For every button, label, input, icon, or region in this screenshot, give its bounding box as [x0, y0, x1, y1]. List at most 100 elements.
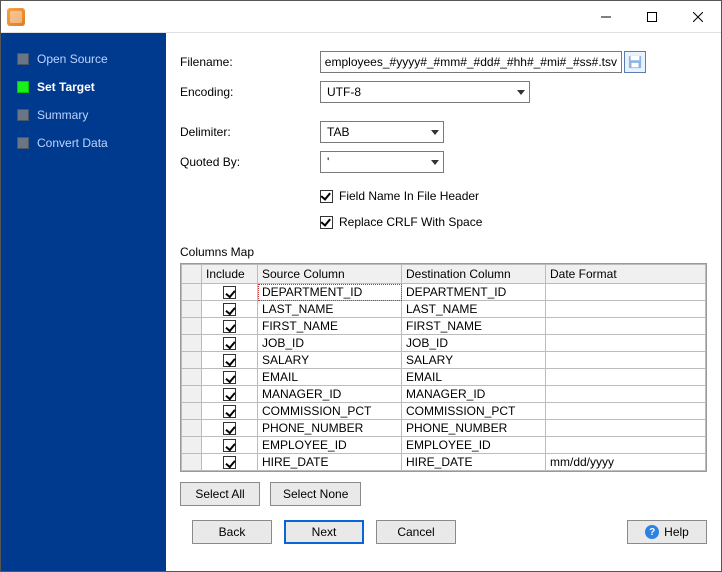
sidebar-item-convert-data[interactable]: Convert Data [1, 129, 166, 157]
row-header[interactable] [182, 386, 202, 403]
source-column-cell[interactable]: COMMISSION_PCT [258, 403, 402, 420]
row-header[interactable] [182, 369, 202, 386]
destination-column-cell[interactable]: HIRE_DATE [402, 454, 546, 471]
include-checkbox[interactable] [223, 303, 236, 316]
minimize-button[interactable] [583, 1, 629, 32]
include-checkbox[interactable] [223, 456, 236, 469]
row-header[interactable] [182, 403, 202, 420]
col-header-source[interactable]: Source Column [258, 265, 402, 284]
source-column-cell[interactable]: LAST_NAME [258, 301, 402, 318]
select-none-button[interactable]: Select None [270, 482, 361, 506]
encoding-select[interactable]: UTF-8 [320, 81, 530, 103]
date-format-cell[interactable] [546, 318, 706, 335]
date-format-cell[interactable] [546, 386, 706, 403]
date-format-cell[interactable] [546, 284, 706, 301]
include-cell[interactable] [202, 284, 258, 301]
sidebar-item-summary[interactable]: Summary [1, 101, 166, 129]
source-column-cell[interactable]: MANAGER_ID [258, 386, 402, 403]
include-checkbox[interactable] [223, 388, 236, 401]
row-header[interactable] [182, 318, 202, 335]
include-cell[interactable] [202, 335, 258, 352]
include-cell[interactable] [202, 454, 258, 471]
include-cell[interactable] [202, 420, 258, 437]
browse-button[interactable] [624, 51, 646, 73]
source-column-cell[interactable]: JOB_ID [258, 335, 402, 352]
include-cell[interactable] [202, 403, 258, 420]
include-checkbox[interactable] [223, 354, 236, 367]
table-row[interactable]: DEPARTMENT_IDDEPARTMENT_ID [182, 284, 706, 301]
source-column-cell[interactable]: DEPARTMENT_ID [258, 284, 402, 301]
table-row[interactable]: EMAILEMAIL [182, 369, 706, 386]
sidebar-item-open-source[interactable]: Open Source [1, 45, 166, 73]
col-header-destination[interactable]: Destination Column [402, 265, 546, 284]
next-button[interactable]: Next [284, 520, 364, 544]
col-header-include[interactable]: Include [202, 265, 258, 284]
source-column-cell[interactable]: FIRST_NAME [258, 318, 402, 335]
col-header-date-format[interactable]: Date Format [546, 265, 706, 284]
include-cell[interactable] [202, 437, 258, 454]
destination-column-cell[interactable]: FIRST_NAME [402, 318, 546, 335]
include-checkbox[interactable] [223, 320, 236, 333]
table-row[interactable]: SALARYSALARY [182, 352, 706, 369]
date-format-cell[interactable] [546, 369, 706, 386]
table-row[interactable]: EMPLOYEE_IDEMPLOYEE_ID [182, 437, 706, 454]
include-checkbox[interactable] [223, 405, 236, 418]
date-format-cell[interactable] [546, 420, 706, 437]
replace-crlf-checkbox[interactable] [320, 216, 333, 229]
table-row[interactable]: LAST_NAMELAST_NAME [182, 301, 706, 318]
destination-column-cell[interactable]: EMAIL [402, 369, 546, 386]
destination-column-cell[interactable]: PHONE_NUMBER [402, 420, 546, 437]
source-column-cell[interactable]: HIRE_DATE [258, 454, 402, 471]
row-header[interactable] [182, 335, 202, 352]
source-column-cell[interactable]: SALARY [258, 352, 402, 369]
delimiter-select[interactable]: TAB [320, 121, 444, 143]
table-row[interactable]: FIRST_NAMEFIRST_NAME [182, 318, 706, 335]
include-checkbox[interactable] [223, 422, 236, 435]
destination-column-cell[interactable]: SALARY [402, 352, 546, 369]
table-row[interactable]: COMMISSION_PCTCOMMISSION_PCT [182, 403, 706, 420]
include-cell[interactable] [202, 318, 258, 335]
table-row[interactable]: HIRE_DATEHIRE_DATEmm/dd/yyyy [182, 454, 706, 471]
table-row[interactable]: MANAGER_IDMANAGER_ID [182, 386, 706, 403]
quoted-by-select[interactable]: ' [320, 151, 444, 173]
cancel-button[interactable]: Cancel [376, 520, 456, 544]
row-header[interactable] [182, 437, 202, 454]
field-name-header-checkbox[interactable] [320, 190, 333, 203]
include-checkbox[interactable] [223, 439, 236, 452]
destination-column-cell[interactable]: DEPARTMENT_ID [402, 284, 546, 301]
help-button[interactable]: ? Help [627, 520, 707, 544]
select-all-button[interactable]: Select All [180, 482, 260, 506]
include-cell[interactable] [202, 352, 258, 369]
destination-column-cell[interactable]: COMMISSION_PCT [402, 403, 546, 420]
close-button[interactable] [675, 1, 721, 32]
include-cell[interactable] [202, 386, 258, 403]
row-header[interactable] [182, 420, 202, 437]
date-format-cell[interactable]: mm/dd/yyyy [546, 454, 706, 471]
destination-column-cell[interactable]: EMPLOYEE_ID [402, 437, 546, 454]
filename-input[interactable] [320, 51, 622, 73]
date-format-cell[interactable] [546, 437, 706, 454]
source-column-cell[interactable]: PHONE_NUMBER [258, 420, 402, 437]
include-checkbox[interactable] [223, 286, 236, 299]
row-header[interactable] [182, 352, 202, 369]
source-column-cell[interactable]: EMPLOYEE_ID [258, 437, 402, 454]
include-cell[interactable] [202, 301, 258, 318]
sidebar-item-set-target[interactable]: Set Target [1, 73, 166, 101]
back-button[interactable]: Back [192, 520, 272, 544]
row-header[interactable] [182, 284, 202, 301]
table-row[interactable]: JOB_IDJOB_ID [182, 335, 706, 352]
date-format-cell[interactable] [546, 301, 706, 318]
date-format-cell[interactable] [546, 335, 706, 352]
source-column-cell[interactable]: EMAIL [258, 369, 402, 386]
date-format-cell[interactable] [546, 403, 706, 420]
row-header[interactable] [182, 301, 202, 318]
destination-column-cell[interactable]: LAST_NAME [402, 301, 546, 318]
include-cell[interactable] [202, 369, 258, 386]
table-row[interactable]: PHONE_NUMBERPHONE_NUMBER [182, 420, 706, 437]
include-checkbox[interactable] [223, 371, 236, 384]
row-header[interactable] [182, 454, 202, 471]
destination-column-cell[interactable]: JOB_ID [402, 335, 546, 352]
maximize-button[interactable] [629, 1, 675, 32]
date-format-cell[interactable] [546, 352, 706, 369]
destination-column-cell[interactable]: MANAGER_ID [402, 386, 546, 403]
